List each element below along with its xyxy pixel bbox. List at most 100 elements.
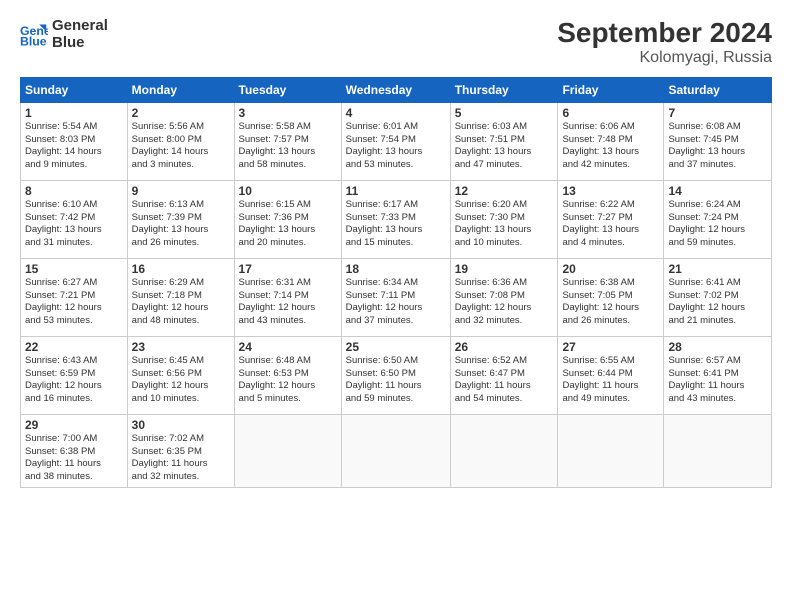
day-info: Sunrise: 6:08 AMSunset: 7:45 PMDaylight:… xyxy=(668,121,767,172)
logo-text: General Blue xyxy=(52,18,108,51)
day-info: Sunrise: 6:20 AMSunset: 7:30 PMDaylight:… xyxy=(455,199,554,250)
logo: General Blue General Blue xyxy=(20,18,108,51)
calendar-day-cell: 14Sunrise: 6:24 AMSunset: 7:24 PMDayligh… xyxy=(664,180,772,258)
day-number: 12 xyxy=(455,184,554,198)
day-number: 8 xyxy=(25,184,123,198)
calendar-day-cell: 25Sunrise: 6:50 AMSunset: 6:50 PMDayligh… xyxy=(341,336,450,414)
day-info: Sunrise: 6:50 AMSunset: 6:50 PMDaylight:… xyxy=(346,355,446,406)
calendar-day-cell: 3Sunrise: 5:58 AMSunset: 7:57 PMDaylight… xyxy=(234,102,341,180)
calendar-day-cell: 11Sunrise: 6:17 AMSunset: 7:33 PMDayligh… xyxy=(341,180,450,258)
calendar-day-cell: 27Sunrise: 6:55 AMSunset: 6:44 PMDayligh… xyxy=(558,336,664,414)
day-info: Sunrise: 6:52 AMSunset: 6:47 PMDaylight:… xyxy=(455,355,554,406)
calendar-day-cell: 8Sunrise: 6:10 AMSunset: 7:42 PMDaylight… xyxy=(21,180,128,258)
day-number: 27 xyxy=(562,340,659,354)
day-number: 5 xyxy=(455,106,554,120)
calendar-day-cell: 7Sunrise: 6:08 AMSunset: 7:45 PMDaylight… xyxy=(664,102,772,180)
day-info: Sunrise: 7:00 AMSunset: 6:38 PMDaylight:… xyxy=(25,433,123,484)
day-info: Sunrise: 6:15 AMSunset: 7:36 PMDaylight:… xyxy=(239,199,337,250)
title-block: September 2024 Kolomyagi, Russia xyxy=(557,18,772,67)
day-number: 10 xyxy=(239,184,337,198)
day-info: Sunrise: 6:01 AMSunset: 7:54 PMDaylight:… xyxy=(346,121,446,172)
calendar-day-cell: 12Sunrise: 6:20 AMSunset: 7:30 PMDayligh… xyxy=(450,180,558,258)
calendar-day-cell: 19Sunrise: 6:36 AMSunset: 7:08 PMDayligh… xyxy=(450,258,558,336)
day-info: Sunrise: 6:03 AMSunset: 7:51 PMDaylight:… xyxy=(455,121,554,172)
day-number: 1 xyxy=(25,106,123,120)
day-number: 29 xyxy=(25,418,123,432)
day-number: 16 xyxy=(132,262,230,276)
calendar-day-cell: 16Sunrise: 6:29 AMSunset: 7:18 PMDayligh… xyxy=(127,258,234,336)
calendar-day-cell: 17Sunrise: 6:31 AMSunset: 7:14 PMDayligh… xyxy=(234,258,341,336)
day-info: Sunrise: 6:55 AMSunset: 6:44 PMDaylight:… xyxy=(562,355,659,406)
day-number: 22 xyxy=(25,340,123,354)
day-info: Sunrise: 5:56 AMSunset: 8:00 PMDaylight:… xyxy=(132,121,230,172)
day-number: 7 xyxy=(668,106,767,120)
calendar-day-cell xyxy=(341,414,450,487)
weekday-header: Thursday xyxy=(450,77,558,102)
day-number: 18 xyxy=(346,262,446,276)
day-number: 26 xyxy=(455,340,554,354)
day-info: Sunrise: 6:24 AMSunset: 7:24 PMDaylight:… xyxy=(668,199,767,250)
svg-text:Blue: Blue xyxy=(20,34,47,48)
day-number: 25 xyxy=(346,340,446,354)
day-info: Sunrise: 6:17 AMSunset: 7:33 PMDaylight:… xyxy=(346,199,446,250)
day-number: 9 xyxy=(132,184,230,198)
calendar-day-cell: 28Sunrise: 6:57 AMSunset: 6:41 PMDayligh… xyxy=(664,336,772,414)
day-info: Sunrise: 6:31 AMSunset: 7:14 PMDaylight:… xyxy=(239,277,337,328)
calendar-subtitle: Kolomyagi, Russia xyxy=(557,49,772,67)
day-info: Sunrise: 6:41 AMSunset: 7:02 PMDaylight:… xyxy=(668,277,767,328)
calendar-day-cell: 18Sunrise: 6:34 AMSunset: 7:11 PMDayligh… xyxy=(341,258,450,336)
calendar-day-cell: 13Sunrise: 6:22 AMSunset: 7:27 PMDayligh… xyxy=(558,180,664,258)
calendar-day-cell: 15Sunrise: 6:27 AMSunset: 7:21 PMDayligh… xyxy=(21,258,128,336)
day-number: 28 xyxy=(668,340,767,354)
weekday-header: Monday xyxy=(127,77,234,102)
day-info: Sunrise: 6:27 AMSunset: 7:21 PMDaylight:… xyxy=(25,277,123,328)
day-info: Sunrise: 6:45 AMSunset: 6:56 PMDaylight:… xyxy=(132,355,230,406)
weekday-header: Friday xyxy=(558,77,664,102)
calendar-day-cell: 6Sunrise: 6:06 AMSunset: 7:48 PMDaylight… xyxy=(558,102,664,180)
day-info: Sunrise: 6:38 AMSunset: 7:05 PMDaylight:… xyxy=(562,277,659,328)
day-number: 3 xyxy=(239,106,337,120)
weekday-header: Tuesday xyxy=(234,77,341,102)
calendar-table: SundayMondayTuesdayWednesdayThursdayFrid… xyxy=(20,77,772,488)
calendar-week-row: 8Sunrise: 6:10 AMSunset: 7:42 PMDaylight… xyxy=(21,180,772,258)
day-number: 20 xyxy=(562,262,659,276)
day-number: 6 xyxy=(562,106,659,120)
calendar-day-cell: 20Sunrise: 6:38 AMSunset: 7:05 PMDayligh… xyxy=(558,258,664,336)
calendar-week-row: 29Sunrise: 7:00 AMSunset: 6:38 PMDayligh… xyxy=(21,414,772,487)
day-info: Sunrise: 6:36 AMSunset: 7:08 PMDaylight:… xyxy=(455,277,554,328)
weekday-header: Saturday xyxy=(664,77,772,102)
calendar-day-cell: 30Sunrise: 7:02 AMSunset: 6:35 PMDayligh… xyxy=(127,414,234,487)
calendar-day-cell xyxy=(664,414,772,487)
day-info: Sunrise: 6:22 AMSunset: 7:27 PMDaylight:… xyxy=(562,199,659,250)
calendar-day-cell: 26Sunrise: 6:52 AMSunset: 6:47 PMDayligh… xyxy=(450,336,558,414)
calendar-day-cell: 23Sunrise: 6:45 AMSunset: 6:56 PMDayligh… xyxy=(127,336,234,414)
calendar-day-cell xyxy=(558,414,664,487)
calendar-day-cell: 10Sunrise: 6:15 AMSunset: 7:36 PMDayligh… xyxy=(234,180,341,258)
day-number: 30 xyxy=(132,418,230,432)
calendar-day-cell: 9Sunrise: 6:13 AMSunset: 7:39 PMDaylight… xyxy=(127,180,234,258)
day-number: 2 xyxy=(132,106,230,120)
header: General Blue General Blue September 2024… xyxy=(20,18,772,67)
calendar-title: September 2024 xyxy=(557,18,772,49)
day-info: Sunrise: 6:57 AMSunset: 6:41 PMDaylight:… xyxy=(668,355,767,406)
day-info: Sunrise: 6:48 AMSunset: 6:53 PMDaylight:… xyxy=(239,355,337,406)
weekday-header: Sunday xyxy=(21,77,128,102)
calendar-day-cell: 4Sunrise: 6:01 AMSunset: 7:54 PMDaylight… xyxy=(341,102,450,180)
day-info: Sunrise: 6:34 AMSunset: 7:11 PMDaylight:… xyxy=(346,277,446,328)
calendar-day-cell: 21Sunrise: 6:41 AMSunset: 7:02 PMDayligh… xyxy=(664,258,772,336)
day-info: Sunrise: 6:29 AMSunset: 7:18 PMDaylight:… xyxy=(132,277,230,328)
day-number: 21 xyxy=(668,262,767,276)
calendar-day-cell xyxy=(234,414,341,487)
day-number: 14 xyxy=(668,184,767,198)
day-info: Sunrise: 6:13 AMSunset: 7:39 PMDaylight:… xyxy=(132,199,230,250)
logo-icon: General Blue xyxy=(20,21,48,49)
calendar-week-row: 1Sunrise: 5:54 AMSunset: 8:03 PMDaylight… xyxy=(21,102,772,180)
calendar-header-row: SundayMondayTuesdayWednesdayThursdayFrid… xyxy=(21,77,772,102)
calendar-day-cell: 2Sunrise: 5:56 AMSunset: 8:00 PMDaylight… xyxy=(127,102,234,180)
day-number: 17 xyxy=(239,262,337,276)
day-number: 24 xyxy=(239,340,337,354)
calendar-day-cell: 22Sunrise: 6:43 AMSunset: 6:59 PMDayligh… xyxy=(21,336,128,414)
calendar-day-cell: 29Sunrise: 7:00 AMSunset: 6:38 PMDayligh… xyxy=(21,414,128,487)
calendar-day-cell: 1Sunrise: 5:54 AMSunset: 8:03 PMDaylight… xyxy=(21,102,128,180)
day-info: Sunrise: 6:10 AMSunset: 7:42 PMDaylight:… xyxy=(25,199,123,250)
